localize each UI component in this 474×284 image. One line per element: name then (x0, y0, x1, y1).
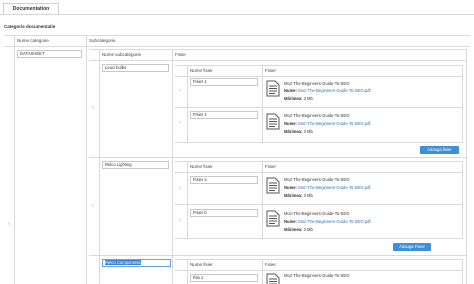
file-name-input[interactable]: Fila 1 (190, 274, 258, 282)
col-header-fisier: Fisier (265, 164, 276, 169)
file-col-divider-3 (462, 65, 463, 143)
chevron-right-icon[interactable]: › (179, 87, 181, 95)
file-title: Moz-The-Beginners-Guide-To-SEO (284, 273, 350, 278)
file-table-top-border (175, 259, 463, 260)
file-name-input[interactable]: Fisier 1 (190, 78, 258, 86)
file-table-bottom-border (175, 142, 463, 143)
file-nume-label: Nume: (284, 88, 298, 93)
col-header-fisier: Fisier (265, 68, 276, 73)
file-col-divider-1 (187, 65, 188, 143)
file-nume-label: Nume: (284, 185, 298, 190)
file-col-divider-2 (262, 65, 263, 143)
outer-col-divider-1 (14, 35, 15, 284)
file-name-input[interactable]: Fisier a (190, 176, 258, 184)
file-nume-row: Nume: Moz-The-Beginners-Guide-To-SEO.pdf (284, 121, 371, 126)
sub-row-border (89, 255, 467, 256)
file-table-header-border (175, 172, 463, 173)
file-nume-label: Nume: (284, 121, 298, 126)
file-col-divider-1 (187, 259, 188, 284)
document-icon (266, 273, 280, 284)
outer-table-top-border (4, 35, 470, 36)
chevron-right-icon[interactable]: › (8, 220, 10, 228)
file-row-border (175, 107, 463, 108)
file-download-link[interactable]: Moz-The-Beginners-Guide-To-SEO.pdf (298, 121, 370, 126)
col-header-nume-categorie: Nume categorie (17, 38, 49, 43)
file-size-value: 3 Mb (303, 96, 313, 101)
file-size-label: Mărimea: (284, 129, 303, 134)
file-title: Moz-The-Beginners-Guide-To-SEO (284, 211, 350, 216)
file-size-row: Mărimea: 3 Mb (284, 129, 313, 134)
document-icon (266, 80, 280, 97)
file-size-value: 3 Mb (303, 193, 313, 198)
file-name-input[interactable]: Fisier b (190, 209, 258, 217)
tab-divider (0, 14, 474, 15)
file-download-link[interactable]: Moz-The-Beginners-Guide-To-SEO.pdf (298, 219, 370, 224)
file-download-link[interactable]: Moz-The-Beginners-Guide-To-SEO.pdf (298, 185, 370, 190)
file-nume-row: Nume: Moz-The-Beginners-Guide-To-SEO.pdf (284, 185, 371, 190)
section-title: Categorie documentatie (4, 24, 56, 29)
document-icon (266, 113, 280, 130)
file-table-header-border (175, 270, 463, 271)
outer-table-header-border (4, 46, 470, 47)
file-col-divider-3 (462, 259, 463, 284)
file-size-label: Mărimea: (284, 193, 303, 198)
file-size-row: Mărimea: 3 Mb (284, 193, 313, 198)
chevron-right-icon[interactable]: › (179, 185, 181, 193)
file-size-value: 3 Mb (303, 129, 313, 134)
file-table-top-border (175, 65, 463, 66)
file-size-label: Mărimea: (284, 227, 303, 232)
chevron-right-icon[interactable]: › (92, 104, 94, 112)
subcategory-name-input[interactable]: Relco Lighting (102, 161, 169, 169)
file-nume-row: Nume: Moz-The-Beginners-Guide-To-SEO.pdf (284, 88, 371, 93)
col-header-nume-fisier: Nume fisier (190, 68, 213, 73)
file-col-divider-3 (462, 161, 463, 239)
file-title: Moz-The-Beginners-Guide-To-SEO (284, 113, 350, 118)
sub-col-divider-3 (466, 49, 467, 284)
file-title: Moz-The-Beginners-Guide-To-SEO (284, 81, 350, 86)
file-row-border (175, 204, 463, 205)
chevron-right-icon[interactable]: › (179, 119, 181, 127)
file-size-value: 3 Mb (303, 227, 313, 232)
subcategory-name-input[interactable]: Leuci bulbs (102, 64, 169, 72)
file-size-label: Mărimea: (284, 96, 303, 101)
sub-table-header-border (89, 60, 467, 61)
outer-col-divider-2 (86, 35, 87, 284)
file-col-divider-2 (262, 259, 263, 284)
col-header-fisier: Fisier (175, 52, 186, 57)
sub-table-top-border (89, 49, 467, 50)
file-name-input[interactable]: Fisier 2 (190, 111, 258, 119)
file-nume-label: Nume: (284, 219, 298, 224)
col-header-subcategorie: Subcategorie (89, 38, 116, 43)
file-size-row: Mărimea: 3 Mb (284, 96, 313, 101)
file-col-divider-1 (187, 161, 188, 239)
sub-row-border (89, 157, 467, 158)
category-name-input[interactable]: DATASHEET (17, 50, 82, 58)
add-file-button[interactable]: Adauga Fisier (393, 243, 431, 251)
sub-col-divider-2 (172, 49, 173, 284)
file-table-top-border (175, 161, 463, 162)
col-header-nume-subcategorie: Nume subcategorie (102, 52, 142, 57)
document-icon (266, 210, 280, 227)
sub-col-divider-1 (99, 49, 100, 284)
file-table-bottom-border (175, 238, 463, 239)
file-table-header-border (175, 76, 463, 77)
file-title: Moz-The-Beginners-Guide-To-SEO (284, 177, 350, 182)
col-header-nume-fisier: Nume fisier (190, 262, 213, 267)
file-nume-row: Nume: Moz-The-Beginners-Guide-To-SEO.pdf (284, 219, 371, 224)
col-header-fisier: Fisier (265, 262, 276, 267)
chevron-right-icon[interactable]: › (92, 202, 94, 210)
document-icon (266, 177, 280, 194)
file-col-divider-2 (262, 161, 263, 239)
chevron-right-icon[interactable]: › (179, 217, 181, 225)
col-header-nume-fisier: Nume fisier (190, 164, 213, 169)
add-file-button[interactable]: Adauga fisier (420, 146, 459, 154)
file-download-link[interactable]: Moz-The-Beginners-Guide-To-SEO.pdf (298, 88, 370, 93)
subcategory-name-input[interactable]: Relco Components (102, 259, 171, 267)
file-size-row: Mărimea: 3 Mb (284, 227, 313, 232)
